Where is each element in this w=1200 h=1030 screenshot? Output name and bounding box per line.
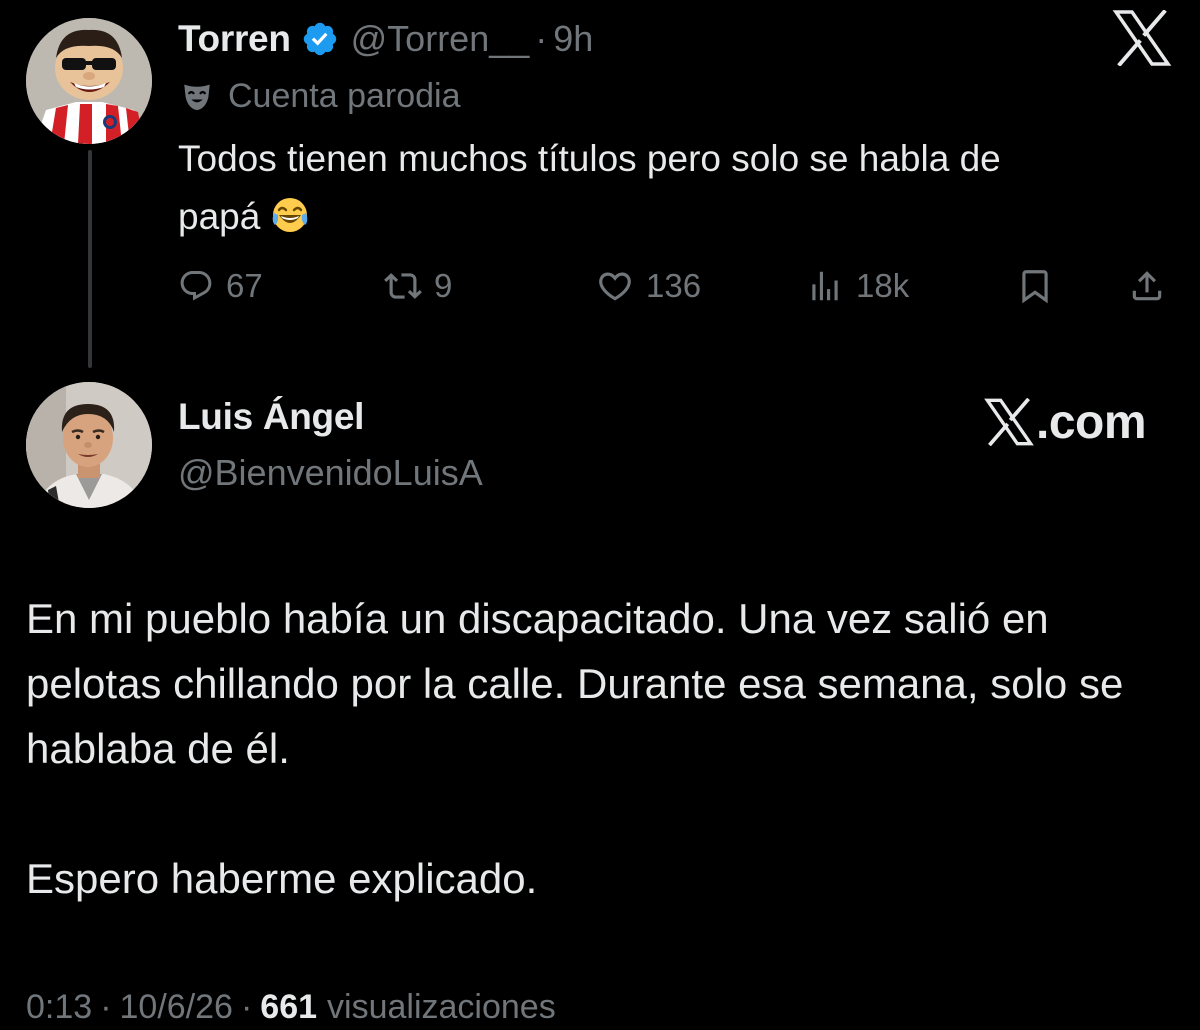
reply-author-avatar[interactable] xyxy=(26,382,152,508)
reply-metadata: 0:13 · 10/6/26 · 661 visualizaciones xyxy=(26,984,556,1030)
views-icon xyxy=(812,271,838,301)
verified-badge-icon xyxy=(303,22,336,56)
reply-button[interactable]: 67 xyxy=(178,262,263,310)
separator-dot: · xyxy=(535,18,548,59)
repost-count: 9 xyxy=(434,267,453,304)
x-logo-icon xyxy=(984,398,1034,446)
separator-dot: · xyxy=(100,987,112,1026)
source-domain-text: .com xyxy=(1036,395,1147,449)
tweet-timestamp[interactable]: 9h xyxy=(553,18,593,60)
parody-label: Cuenta parodia xyxy=(180,74,461,118)
views-count: 18k xyxy=(856,267,910,304)
tweet-text-line-2: papá xyxy=(178,188,1168,246)
tweet-header: Torren @Torren__ · 9h xyxy=(178,14,593,64)
like-icon xyxy=(599,272,631,301)
reply-paragraph: En mi pueblo había un discapacitado. Una… xyxy=(26,595,1124,772)
reply-author-display-name[interactable]: Luis Ángel xyxy=(178,396,364,438)
reply-time[interactable]: 0:13 xyxy=(26,988,92,1027)
reply-paragraph-2: Espero haberme explicado. xyxy=(26,855,538,902)
views-button[interactable]: 18k xyxy=(806,262,909,310)
author-handle[interactable]: @Torren__ xyxy=(351,18,530,60)
views-label: visualizaciones xyxy=(327,987,556,1026)
reply-date[interactable]: 10/6/26 xyxy=(120,988,233,1027)
reply-author-handle[interactable]: @BienvenidoLuisA xyxy=(178,452,483,494)
parody-mask-icon xyxy=(184,84,210,111)
parody-text: Cuenta parodia xyxy=(228,76,461,115)
reply-count: 67 xyxy=(226,267,263,304)
reply-icon xyxy=(180,271,212,301)
share-button[interactable] xyxy=(1128,262,1166,310)
tweet-text-line: Todos tienen muchos títulos pero solo se… xyxy=(178,138,1001,179)
views-number: 661 xyxy=(260,987,318,1026)
repost-icon xyxy=(384,273,422,299)
repost-button[interactable]: 9 xyxy=(384,262,452,310)
x-logo-icon xyxy=(1112,10,1172,66)
bookmark-icon xyxy=(1022,270,1048,304)
share-icon xyxy=(1132,271,1162,301)
separator-dot: · xyxy=(240,987,253,1026)
like-button[interactable]: 136 xyxy=(596,262,701,310)
source-watermark: .com xyxy=(984,394,1147,450)
tweet-text-last-word: papá xyxy=(178,196,261,237)
author-avatar[interactable] xyxy=(26,18,152,144)
like-count: 136 xyxy=(646,267,702,304)
thread-connector xyxy=(88,150,92,368)
author-display-name[interactable]: Torren xyxy=(178,18,291,60)
reply-text: En mi pueblo había un discapacitado. Una… xyxy=(26,586,1176,911)
bookmark-button[interactable] xyxy=(1016,262,1054,310)
tweet-text: Todos tienen muchos títulos pero solo se… xyxy=(178,130,1168,246)
laughing-emoji-icon xyxy=(273,198,308,232)
